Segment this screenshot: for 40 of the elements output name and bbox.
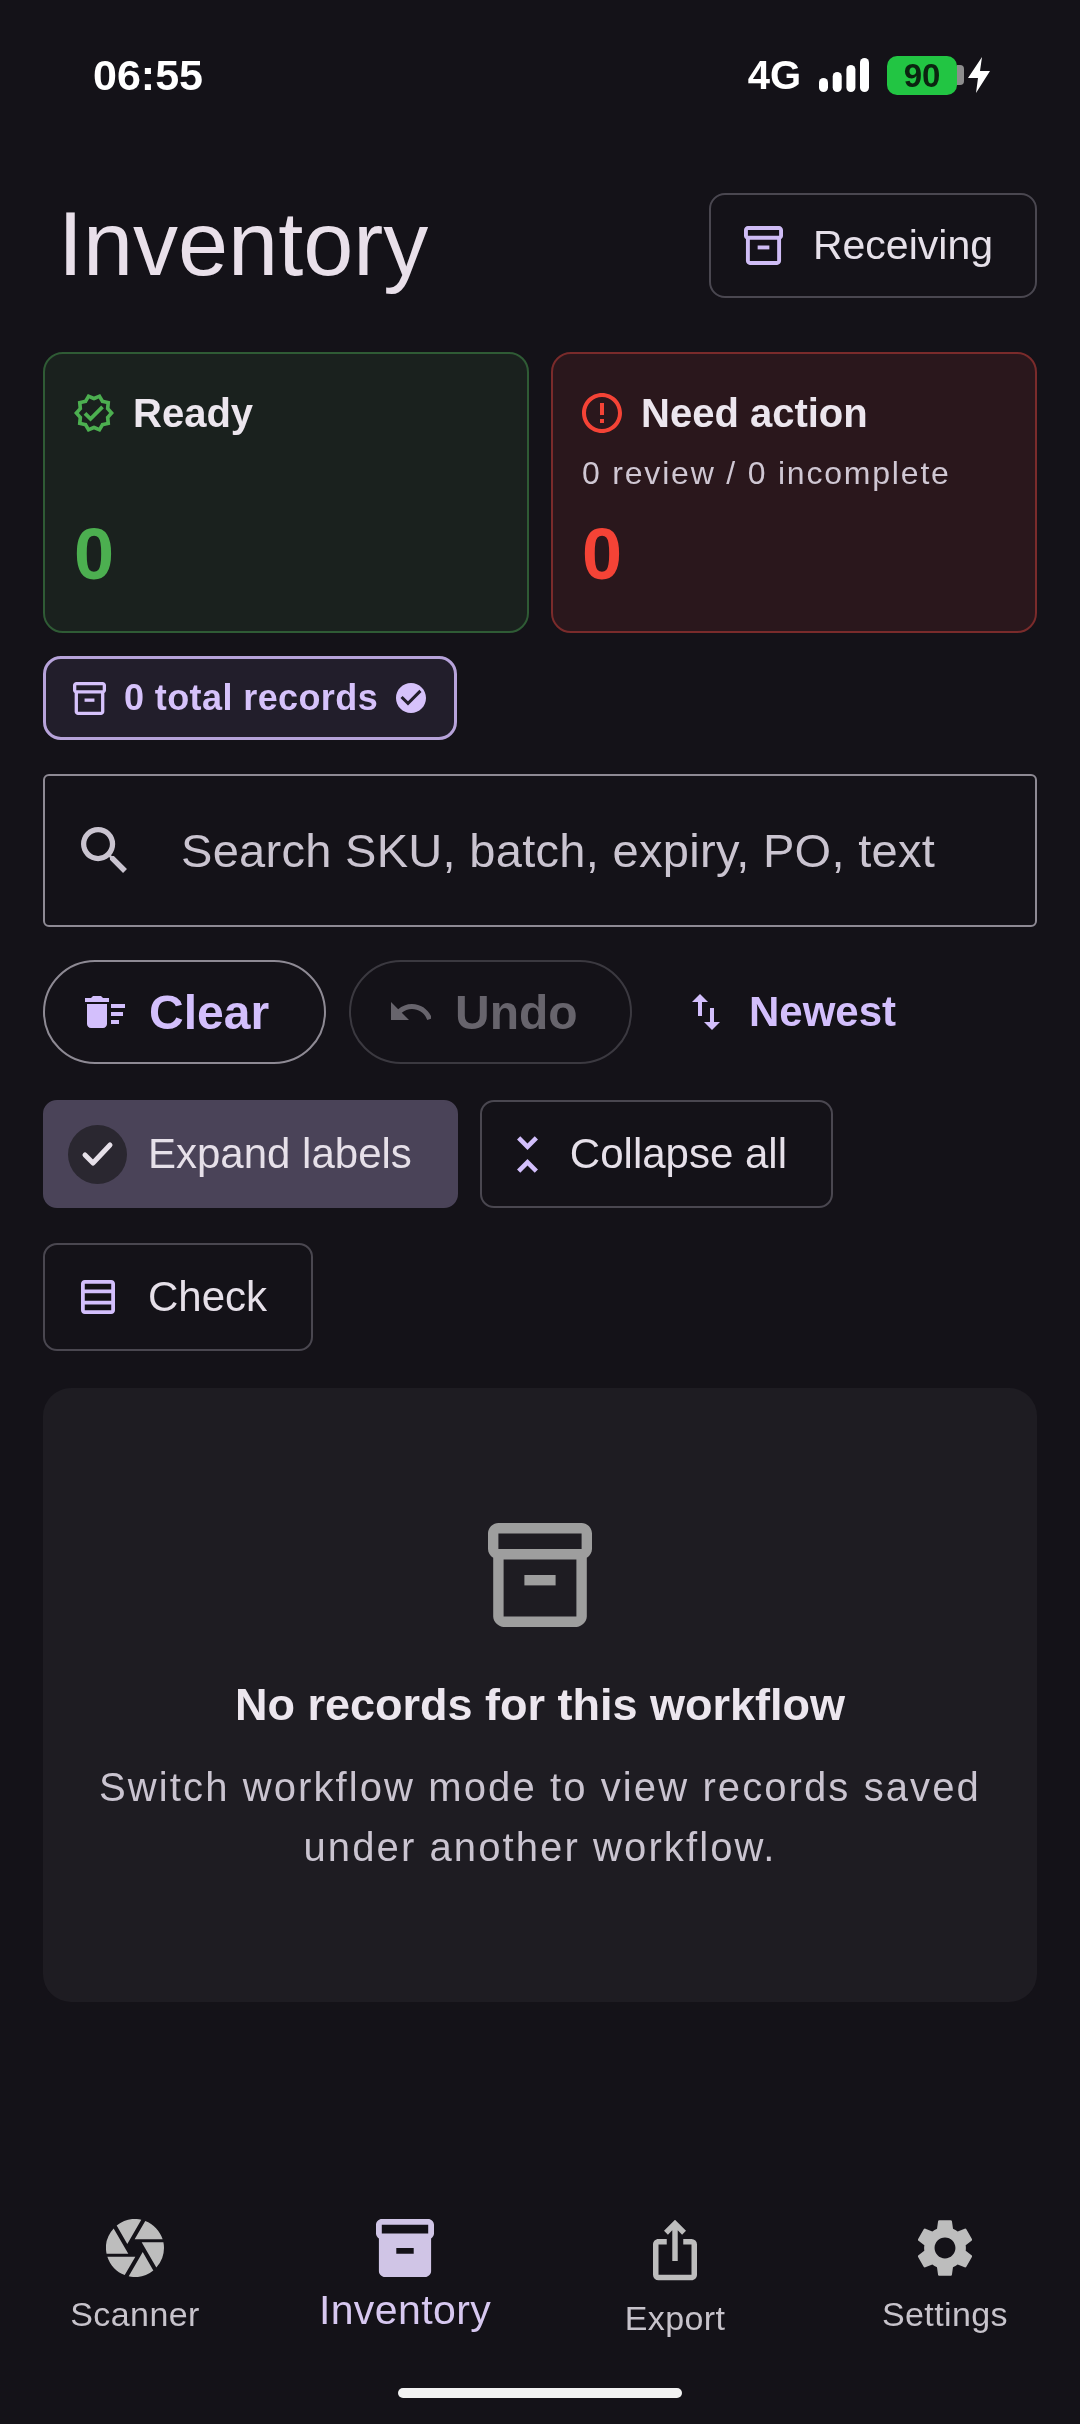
card-title: Need action (641, 390, 868, 436)
nav-item[interactable]: Export (540, 2190, 810, 2360)
network-label: 4G (747, 55, 801, 95)
archive-box-icon (73, 681, 106, 715)
view-chip[interactable]: Check (43, 1243, 314, 1351)
card-title: Ready (133, 390, 254, 436)
search-field[interactable]: Search SKU, batch, expiry, PO, text (43, 774, 1037, 927)
undo-arrow-icon (391, 1002, 431, 1022)
check-circle-icon (68, 1124, 127, 1184)
nav-item[interactable]: Settings (810, 2190, 1080, 2360)
table-rows-icon (80, 1280, 116, 1314)
sort-button[interactable]: Newest (655, 960, 927, 1064)
card-count: 0 (74, 518, 116, 590)
nav-item[interactable]: Inventory (270, 2190, 540, 2360)
search-icon (81, 827, 127, 873)
status-time: 06:55 (93, 53, 203, 97)
collapse-icon (516, 1135, 538, 1173)
sort-arrows-icon (692, 994, 720, 1030)
verified-badge-icon (74, 393, 114, 433)
share-upload-icon (653, 2219, 697, 2281)
workflow-mode-button[interactable]: Receiving (708, 192, 1037, 298)
card-subtitle: 0 review / 0 incomplete (582, 454, 952, 493)
trash-lines-icon (85, 996, 125, 1028)
settings-icon (916, 2219, 974, 2277)
battery-indicator: 90 (887, 55, 964, 95)
charging-bolt-icon (968, 57, 990, 93)
view-chip[interactable]: Collapse all (479, 1100, 833, 1208)
aperture-icon (106, 2219, 164, 2277)
card-count: 0 (582, 518, 624, 590)
archive-box-icon (743, 225, 783, 265)
view-chip[interactable]: Expand labels (43, 1100, 458, 1208)
empty-state-title: No records for this workflow (234, 1678, 846, 1732)
total-records-chip[interactable]: 0 total records (43, 656, 458, 740)
page-title: Inventory (58, 193, 429, 297)
empty-state-message: Switch workflow mode to view records saved under another workflow. (98, 1764, 982, 1871)
nav-item[interactable]: Scanner (0, 2190, 270, 2360)
archive-box-icon (376, 2219, 434, 2277)
action-button[interactable]: Clear (43, 960, 326, 1064)
signal-icon (819, 58, 869, 92)
archive-box-icon (488, 1523, 592, 1627)
